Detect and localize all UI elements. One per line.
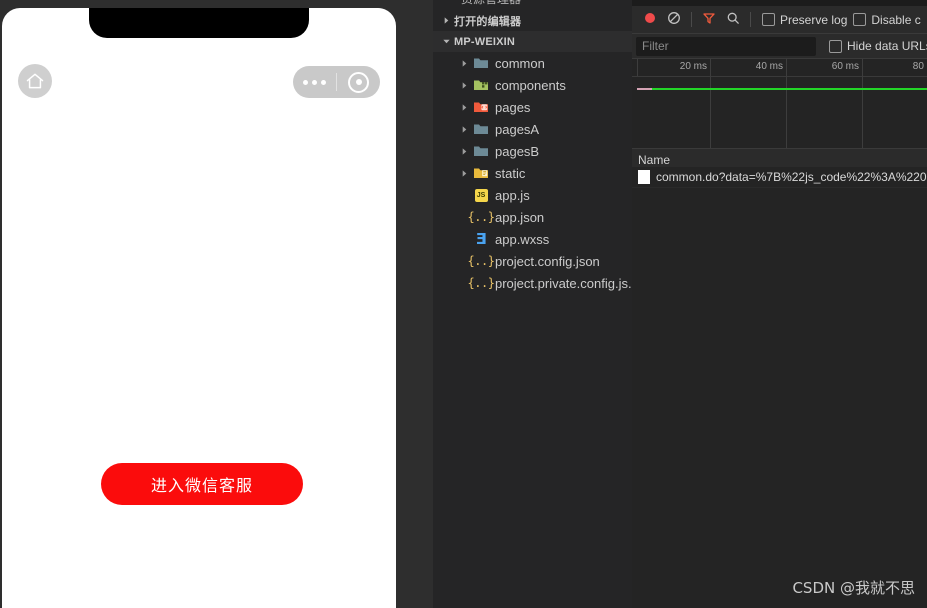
network-toolbar: Preserve log Disable c	[632, 6, 927, 34]
tree-item-label: static	[495, 165, 526, 181]
tree-item-label: project.private.config.js...	[495, 275, 632, 291]
chevron-right-icon[interactable]	[456, 147, 472, 156]
home-button[interactable]	[18, 64, 52, 98]
section-mp-weixin-label: MP-WEIXIN	[454, 35, 516, 48]
tree-item-common[interactable]: common	[433, 52, 632, 74]
checkbox-box	[762, 13, 775, 26]
disable-cache-label: Disable c	[871, 12, 921, 27]
chevron-right-icon[interactable]	[456, 81, 472, 90]
wechat-simulator-panel: 进入微信客服	[0, 0, 398, 608]
timeline-tick-label: 20 ms	[679, 61, 707, 72]
timeline-tick-label: 80 m	[912, 61, 927, 72]
tree-item-pagesB[interactable]: pagesB	[433, 140, 632, 162]
record-circle-icon	[643, 11, 657, 28]
toolbar-divider	[691, 12, 692, 27]
tree-item-app-json[interactable]: {..} app.json	[433, 206, 632, 228]
chevron-right-icon[interactable]	[456, 59, 472, 68]
filter-input[interactable]	[636, 36, 816, 56]
section-mp-weixin[interactable]: MP-WEIXIN	[433, 31, 632, 52]
tree-item-label: common	[495, 55, 545, 71]
tree-item-label: project.config.json	[495, 253, 600, 269]
tree-item-pages[interactable]: pages	[433, 96, 632, 118]
column-header-name[interactable]: Name	[632, 153, 670, 167]
wechat-capsule-menu[interactable]	[293, 66, 380, 98]
hide-data-urls-label: Hide data URLs	[847, 39, 927, 53]
more-dots-icon[interactable]	[293, 79, 336, 85]
enter-wechat-service-button[interactable]: 进入微信客服	[101, 463, 303, 505]
wxss-file-icon: Ǝ	[475, 230, 487, 248]
table-row[interactable]: common.do?data=%7B%22js_code%22%3A%220b	[632, 167, 927, 188]
hide-data-urls-checkbox[interactable]: Hide data URLs	[829, 39, 927, 53]
explorer-title-label: 资源管理器	[461, 0, 521, 7]
search-magnifier-icon	[726, 11, 740, 28]
timeline-tick-label: 60 ms	[831, 61, 859, 72]
preserve-log-checkbox[interactable]: Preserve log	[762, 13, 847, 27]
explorer-title-cutoff: 资源管理器	[433, 0, 632, 10]
tree-item-project-config-json[interactable]: {..} project.config.json	[433, 250, 632, 272]
tree-item-label: components	[495, 77, 566, 93]
request-type-icon	[638, 170, 650, 184]
phone-screen: 进入微信客服	[2, 8, 396, 608]
section-open-editors[interactable]: 打开的编辑器	[433, 10, 632, 31]
js-file-icon: JS	[472, 188, 490, 202]
section-open-editors-label: 打开的编辑器	[454, 15, 522, 28]
filter-toggle-button[interactable]	[697, 8, 721, 32]
clear-button[interactable]	[662, 8, 686, 32]
request-name: common.do?data=%7B%22js_code%22%3A%220b	[656, 170, 927, 184]
home-icon	[25, 71, 45, 91]
tree-item-app-wxss[interactable]: Ǝ app.wxss	[433, 228, 632, 250]
funnel-filter-icon	[702, 11, 716, 28]
tree-item-components[interactable]: components	[433, 74, 632, 96]
app-root: 进入微信客服 资源管理器 打开的编辑器 MP-WEIXIN	[0, 0, 927, 608]
tree-item-pagesA[interactable]: pagesA	[433, 118, 632, 140]
timeline-tick: 80 m	[862, 59, 927, 148]
folder-static-icon	[472, 166, 490, 180]
target-circle-icon[interactable]	[337, 71, 380, 93]
tree-item-label: pages	[495, 99, 531, 115]
tree-item-static[interactable]: static	[433, 162, 632, 184]
devtools-network-panel: Preserve log Disable c Hide data URLs A …	[632, 0, 927, 608]
load-event-line	[637, 88, 927, 90]
request-table-body: common.do?data=%7B%22js_code%22%3A%220b	[632, 167, 927, 608]
timeline-tick: 60 ms	[786, 59, 863, 148]
tree-item-label: app.json	[495, 209, 545, 225]
checkbox-box	[853, 13, 867, 26]
file-explorer-sidebar: 资源管理器 打开的编辑器 MP-WEIXIN co	[433, 0, 632, 608]
chevron-right-icon[interactable]	[456, 125, 472, 134]
folder-icon	[472, 56, 490, 70]
folder-icon	[472, 122, 490, 136]
phone-notch	[89, 8, 309, 38]
chevron-right-icon	[438, 16, 454, 25]
timeline-tick: 40 ms	[710, 59, 787, 148]
tree-item-label: pagesB	[495, 143, 540, 159]
tree-item-label: pagesA	[495, 121, 540, 137]
tree-item-project-private-config-json[interactable]: {..} project.private.config.js...	[433, 272, 632, 294]
checkbox-box	[829, 39, 842, 53]
preserve-log-label: Preserve log	[780, 12, 848, 27]
record-button[interactable]	[638, 8, 662, 32]
toolbar-divider	[750, 12, 751, 27]
folder-icon	[472, 144, 490, 158]
json-file-icon: {..}	[467, 254, 495, 268]
folder-components-icon	[472, 78, 490, 92]
timeline-tick-label: 40 ms	[755, 61, 783, 72]
json-file-icon: {..}	[467, 276, 495, 290]
network-filter-bar: Hide data URLs A	[632, 34, 927, 59]
chevron-right-icon[interactable]	[456, 103, 472, 112]
clear-no-entry-icon	[667, 11, 681, 28]
tree-item-app-js[interactable]: JS app.js	[433, 184, 632, 206]
disable-cache-checkbox[interactable]: Disable c	[853, 12, 921, 27]
dom-content-loaded-marker	[637, 88, 652, 90]
chevron-right-icon[interactable]	[456, 169, 472, 178]
tree-item-label: app.js	[495, 187, 530, 203]
network-timeline-overview[interactable]: 20 ms 40 ms 60 ms 80 m	[632, 59, 927, 149]
folder-pages-icon	[472, 100, 490, 114]
search-button[interactable]	[721, 8, 745, 32]
tree-item-label: app.wxss	[495, 231, 550, 247]
json-file-icon: {..}	[467, 210, 495, 224]
timeline-tick: 20 ms	[632, 59, 711, 148]
chevron-down-icon	[438, 37, 454, 46]
